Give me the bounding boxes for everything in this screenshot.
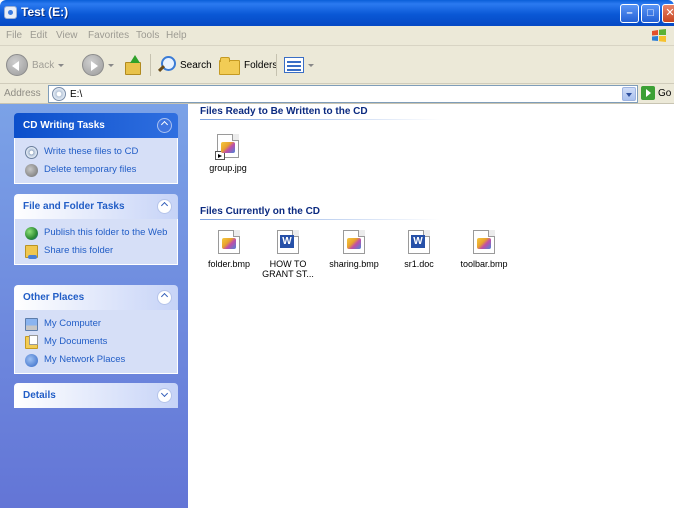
- address-dropdown-button[interactable]: [622, 87, 636, 101]
- file-item[interactable]: group.jpg: [200, 134, 256, 173]
- file-item[interactable]: HOW TO GRANT ST...: [260, 230, 316, 279]
- computer-icon: [25, 318, 38, 331]
- menu-edit[interactable]: Edit: [30, 30, 47, 41]
- close-button[interactable]: ✕: [662, 4, 674, 23]
- network-places-icon: [25, 354, 38, 367]
- expand-chevron-icon[interactable]: [157, 388, 172, 403]
- word-document-icon: [408, 230, 430, 254]
- group-divider: [200, 219, 440, 220]
- chevron-down-icon[interactable]: [108, 63, 114, 67]
- share-folder-link[interactable]: Share this folder: [25, 245, 171, 259]
- delete-temporary-files-link[interactable]: Delete temporary files: [25, 164, 171, 177]
- task-pane: CD Writing Tasks Write these files to CD…: [0, 104, 188, 508]
- panel-body: Publish this folder to the Web Share thi…: [14, 219, 178, 265]
- share-folder-icon: [25, 245, 38, 259]
- windows-logo-icon: [652, 29, 666, 42]
- address-bar: Address E:\ Go: [0, 84, 674, 104]
- publish-folder-to-web-link[interactable]: Publish this folder to the Web: [25, 227, 171, 240]
- menu-help[interactable]: Help: [166, 30, 187, 41]
- folders-button[interactable]: Folders: [218, 52, 277, 78]
- collapse-chevron-icon[interactable]: [157, 199, 172, 214]
- panel-header[interactable]: Other Places: [14, 285, 178, 310]
- search-icon: [156, 55, 176, 75]
- go-button[interactable]: Go: [641, 86, 671, 100]
- toolbar-separator: [276, 54, 277, 76]
- panel-header[interactable]: Details: [14, 383, 178, 408]
- panel-body: Write these files to CD Delete temporary…: [14, 138, 178, 184]
- my-documents-link[interactable]: My Documents: [25, 335, 171, 349]
- forward-button[interactable]: [82, 52, 114, 78]
- group-header-ready: Files Ready to Be Written to the CD: [200, 106, 368, 117]
- bitmap-icon: [218, 230, 240, 254]
- minimize-button[interactable]: –: [620, 4, 639, 23]
- word-document-icon: [277, 230, 299, 254]
- address-label: Address: [4, 88, 41, 99]
- back-button[interactable]: Back: [6, 52, 65, 78]
- my-computer-link[interactable]: My Computer: [25, 318, 171, 331]
- folder-icon: [218, 56, 240, 75]
- title-bar[interactable]: Test (E:) – □ ✕: [0, 0, 674, 26]
- group-divider: [200, 119, 440, 120]
- group-header-current: Files Currently on the CD: [200, 206, 321, 217]
- chevron-down-icon[interactable]: [308, 63, 314, 67]
- publish-web-icon: [25, 227, 38, 240]
- go-arrow-icon: [641, 86, 655, 100]
- panel-header[interactable]: CD Writing Tasks: [14, 113, 178, 138]
- pending-write-overlay-icon: [215, 151, 225, 160]
- cd-write-icon: [25, 146, 38, 159]
- panel-header[interactable]: File and Folder Tasks: [14, 194, 178, 219]
- image-icon: [215, 134, 239, 160]
- cd-writing-tasks-panel: CD Writing Tasks Write these files to CD…: [14, 113, 178, 184]
- forward-arrow-icon: [82, 54, 104, 76]
- other-places-panel: Other Places My Computer My Documents My…: [14, 285, 178, 374]
- file-item[interactable]: toolbar.bmp: [456, 230, 512, 269]
- cd-drive-icon: [52, 87, 66, 101]
- standard-toolbar: Back Search Folders: [0, 46, 674, 84]
- address-value[interactable]: E:\: [70, 89, 82, 100]
- back-arrow-icon: [6, 54, 28, 76]
- maximize-button[interactable]: □: [641, 4, 660, 23]
- file-item[interactable]: sr1.doc: [391, 230, 447, 269]
- recycle-bin-icon: [25, 164, 38, 177]
- views-button[interactable]: [284, 52, 314, 78]
- write-files-to-cd-link[interactable]: Write these files to CD: [25, 146, 171, 159]
- up-button[interactable]: [124, 52, 142, 78]
- bitmap-icon: [343, 230, 365, 254]
- menu-favorites[interactable]: Favorites: [88, 30, 129, 41]
- collapse-chevron-icon[interactable]: [157, 290, 172, 305]
- details-panel: Details: [14, 383, 178, 408]
- folder-up-icon: [124, 55, 142, 75]
- menu-bar: File Edit View Favorites Tools Help: [0, 26, 674, 46]
- window-title: Test (E:): [21, 5, 69, 19]
- chevron-down-icon[interactable]: [58, 63, 65, 67]
- panel-body: My Computer My Documents My Network Plac…: [14, 310, 178, 374]
- file-item[interactable]: folder.bmp: [201, 230, 257, 269]
- collapse-chevron-icon[interactable]: [157, 118, 172, 133]
- my-network-places-link[interactable]: My Network Places: [25, 354, 171, 367]
- search-button[interactable]: Search: [156, 52, 212, 78]
- documents-folder-icon: [25, 335, 38, 349]
- file-item[interactable]: sharing.bmp: [326, 230, 382, 269]
- menu-view[interactable]: View: [56, 30, 78, 41]
- bitmap-icon: [473, 230, 495, 254]
- menu-file[interactable]: File: [6, 30, 22, 41]
- address-input[interactable]: E:\: [48, 85, 638, 103]
- window-icon[interactable]: [4, 6, 17, 19]
- menu-tools[interactable]: Tools: [136, 30, 159, 41]
- toolbar-separator: [150, 54, 151, 76]
- file-list-view[interactable]: Files Ready to Be Written to the CD grou…: [188, 104, 674, 508]
- views-icon: [284, 57, 304, 73]
- file-and-folder-tasks-panel: File and Folder Tasks Publish this folde…: [14, 194, 178, 265]
